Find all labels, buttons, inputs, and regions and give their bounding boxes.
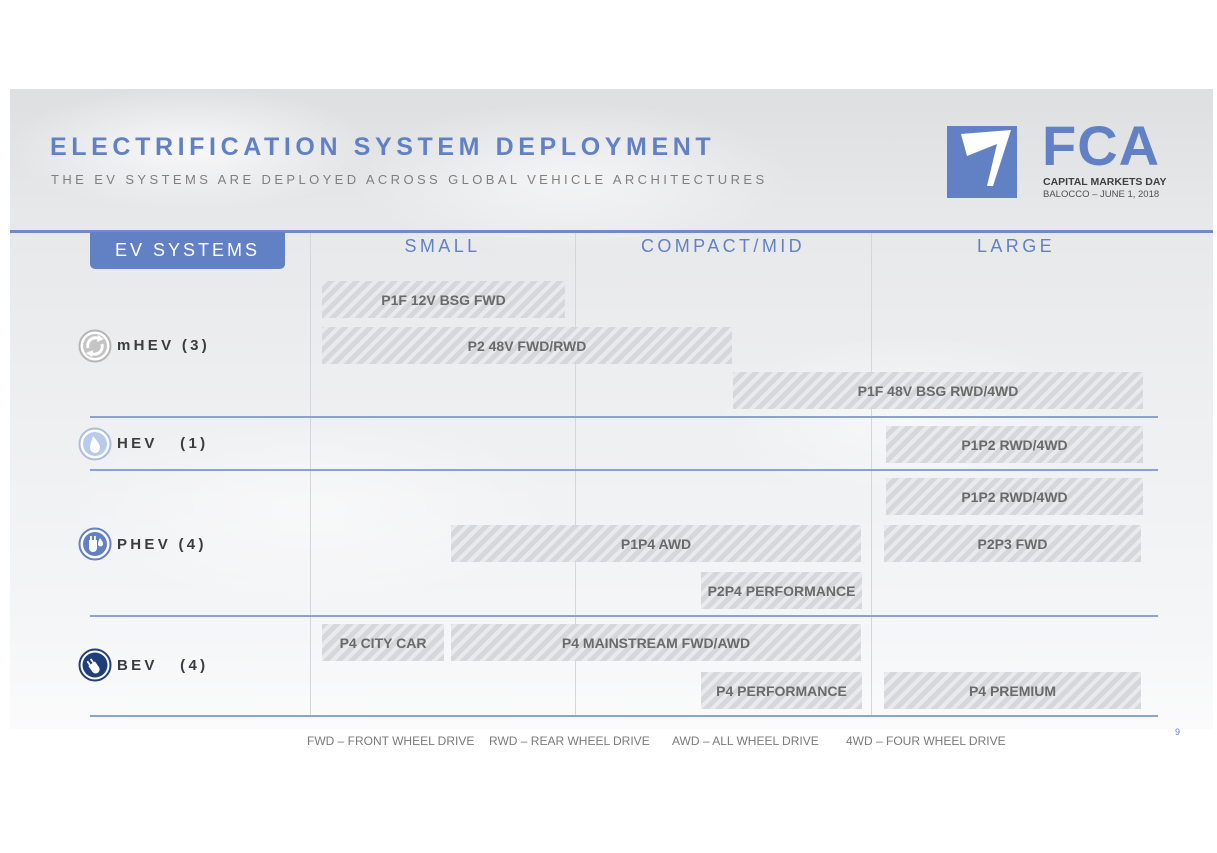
plug-drop-icon (78, 527, 112, 561)
system-bar-p1f-48v: P1F 48V BSG RWD/4WD (733, 372, 1143, 409)
ev-systems-header: EV SYSTEMS (90, 232, 285, 269)
plug-icon (78, 648, 112, 682)
row-label-mhev: mHEV (3) (117, 337, 211, 354)
column-header-small: SMALL (404, 236, 481, 256)
legend-rwd: RWD – REAR WHEEL DRIVE (489, 734, 650, 748)
system-bar-p1p2-hev: P1P2 RWD/4WD (886, 426, 1143, 463)
page-subtitle: THE EV SYSTEMS ARE DEPLOYED ACROSS GLOBA… (51, 172, 768, 187)
page-number: 9 (1175, 727, 1181, 737)
event-location-date: BALOCCO – JUNE 1, 2018 (1043, 189, 1160, 200)
fca-logo-text: FCA (1042, 114, 1161, 177)
column-header-compact-mid: COMPACT/MID (640, 236, 806, 256)
system-bar-p2p3: P2P3 FWD (884, 525, 1141, 562)
legend-4wd: 4WD – FOUR WHEEL DRIVE (846, 734, 1006, 748)
system-bar-p4-mainstream: P4 MAINSTREAM FWD/AWD (451, 624, 861, 661)
drop-icon (78, 427, 112, 461)
system-bar-p2p4: P2P4 PERFORMANCE (701, 572, 862, 609)
legend-fwd: FWD – FRONT WHEEL DRIVE (307, 734, 475, 748)
row-label-hev: HEV (1) (117, 435, 209, 452)
event-name: CAPITAL MARKETS DAY (1043, 176, 1167, 188)
fca-logo-icon (947, 126, 1017, 198)
column-header-large: LARGE (976, 236, 1056, 256)
row-divider (90, 469, 1158, 471)
system-bar-p4-premium: P4 PREMIUM (884, 672, 1141, 709)
page-title: ELECTRIFICATION SYSTEM DEPLOYMENT (50, 133, 716, 161)
system-bar-p2-48v: P2 48V FWD/RWD (322, 327, 732, 364)
system-bar-p4-performance: P4 PERFORMANCE (701, 672, 862, 709)
row-divider (90, 416, 1158, 418)
system-bar-p4-city-car: P4 CITY CAR (322, 624, 444, 661)
system-bar-p1f-12v: P1F 12V BSG FWD (322, 281, 565, 318)
column-divider (310, 233, 311, 715)
row-label-bev: BEV (4) (117, 657, 209, 674)
system-bar-p1p2-phev: P1P2 RWD/4WD (886, 478, 1143, 515)
system-bar-p1p4: P1P4 AWD (451, 525, 861, 562)
column-divider (871, 233, 872, 715)
recycle-icon (78, 329, 112, 363)
row-divider (90, 615, 1158, 617)
row-label-phev: PHEV (4) (117, 536, 207, 553)
legend-awd: AWD – ALL WHEEL DRIVE (672, 734, 819, 748)
row-divider (90, 715, 1158, 717)
